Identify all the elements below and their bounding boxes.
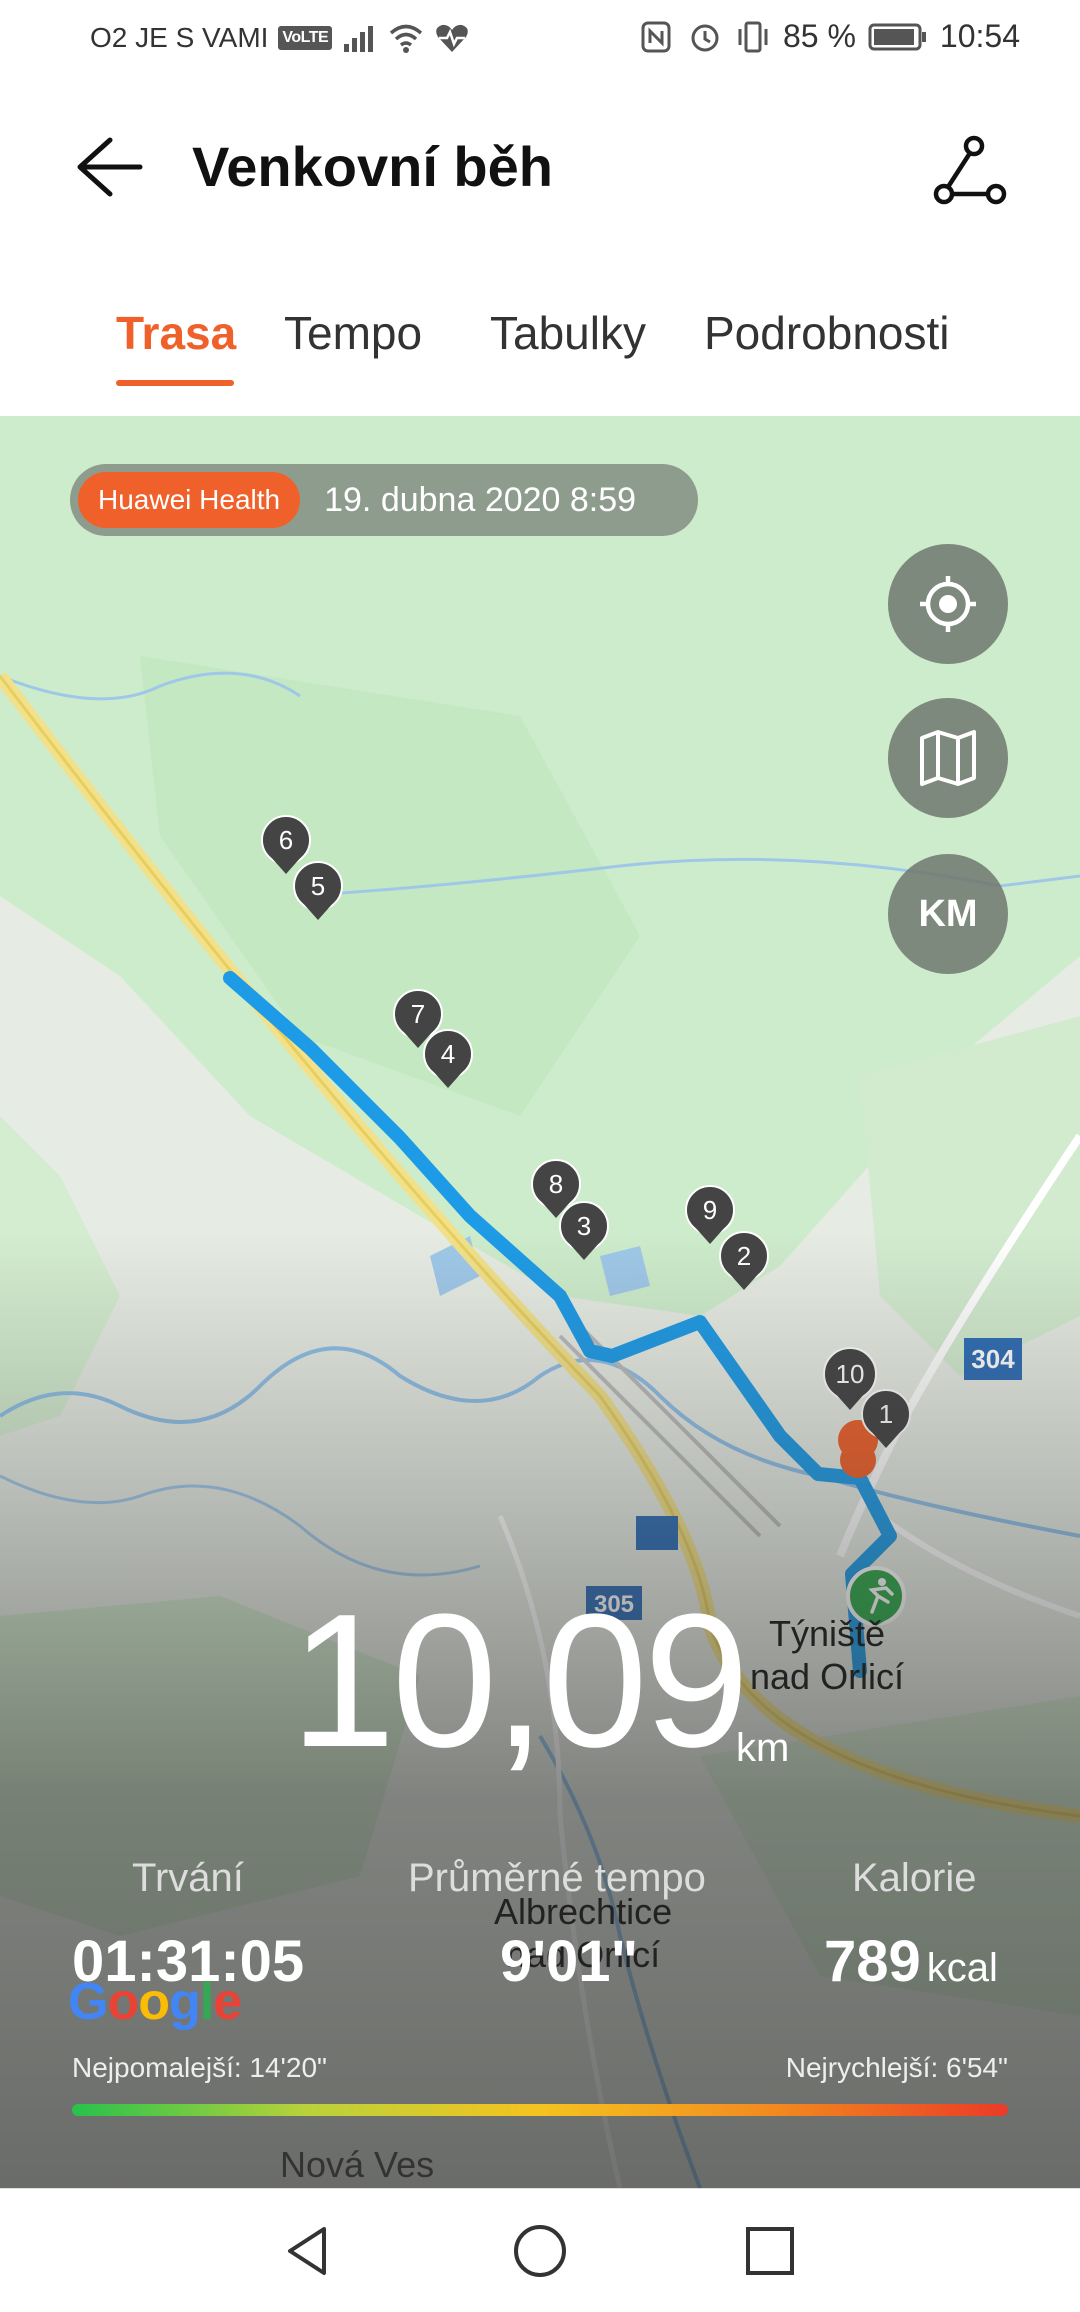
distance-value: 10,09 <box>290 1575 749 1787</box>
app-header: Venkovní běh <box>0 82 1080 252</box>
battery-icon <box>868 23 926 50</box>
calories-value-group: 789 kcal <box>824 1928 998 1995</box>
distance-unit: km <box>736 1726 790 1770</box>
status-bar: O2 JE S VAMI VoLTE 85 % 10:54 <box>0 0 1080 82</box>
battery-percent: 85 % <box>782 18 856 54</box>
tab-active-indicator <box>116 380 234 386</box>
carrier-name: O2 JE S VAMI <box>90 22 269 53</box>
route-map[interactable]: 304 305 6 5 7 4 8 3 9 2 10 1 <box>0 416 1080 2188</box>
clock: 10:54 <box>939 18 1020 54</box>
unit-toggle-button[interactable]: KM <box>888 854 1008 974</box>
tab-tempo[interactable]: Tempo <box>284 306 422 360</box>
activity-info-pill: Huawei Health 19. dubna 2020 8:59 <box>70 464 698 536</box>
pace-value: 9'01" <box>500 1929 639 1994</box>
map-type-button[interactable] <box>888 698 1008 818</box>
crosshair-icon <box>920 576 976 632</box>
volte-badge: VoLTE <box>278 26 333 50</box>
duration-label: Trvání <box>132 1856 244 1900</box>
nfc-icon <box>641 21 671 52</box>
town-label-nova-ves: Nová Ves <box>280 2144 435 2185</box>
town-label-tyniste-line1: Týniště <box>769 1613 886 1654</box>
nav-recents-icon[interactable] <box>738 2219 802 2283</box>
google-logo: Google <box>68 1973 242 2031</box>
signal-icon <box>344 26 374 52</box>
calories-label: Kalorie <box>852 1856 977 1900</box>
wifi-icon <box>390 24 423 53</box>
page-title: Venkovní běh <box>192 135 553 198</box>
vibrate-icon <box>738 21 768 52</box>
slowest-pace-label: Nejpomalejší: 14'20" <box>72 2052 327 2083</box>
nav-home-icon[interactable] <box>508 2219 572 2283</box>
status-left: O2 JE S VAMI VoLTE <box>90 22 470 54</box>
town-label-tyniste-line2: nad Orlicí <box>750 1656 905 1698</box>
system-nav-bar <box>0 2188 1080 2312</box>
town-label-tyniste: Týniště nad Orlicí <box>750 1612 904 1698</box>
map-icon <box>920 730 976 786</box>
activity-datetime: 19. dubna 2020 8:59 <box>324 480 637 519</box>
status-right: 85 % 10:54 <box>639 18 1020 55</box>
heart-rate-icon <box>436 24 469 52</box>
calories-unit: kcal <box>926 1946 998 1990</box>
tab-bar: Trasa Tempo Tabulky Podrobnosti <box>0 252 1080 416</box>
tab-trasa[interactable]: Trasa <box>116 306 236 360</box>
locate-button[interactable] <box>888 544 1008 664</box>
pace-gradient-bar <box>72 2104 1008 2116</box>
calories-value: 789 <box>824 1929 921 1994</box>
tab-podrobnosti[interactable]: Podrobnosti <box>704 306 950 360</box>
route-share-icon[interactable] <box>930 132 1010 212</box>
source-badge: Huawei Health <box>78 472 301 528</box>
tab-tabulky[interactable]: Tabulky <box>490 306 646 360</box>
pace-label: Průměrné tempo <box>408 1856 706 1900</box>
alarm-icon <box>691 24 719 51</box>
fastest-pace-label: Nejrychlejší: 6'54" <box>785 2052 1008 2083</box>
back-arrow-icon[interactable] <box>70 132 150 202</box>
nav-back-icon[interactable] <box>276 2219 340 2283</box>
